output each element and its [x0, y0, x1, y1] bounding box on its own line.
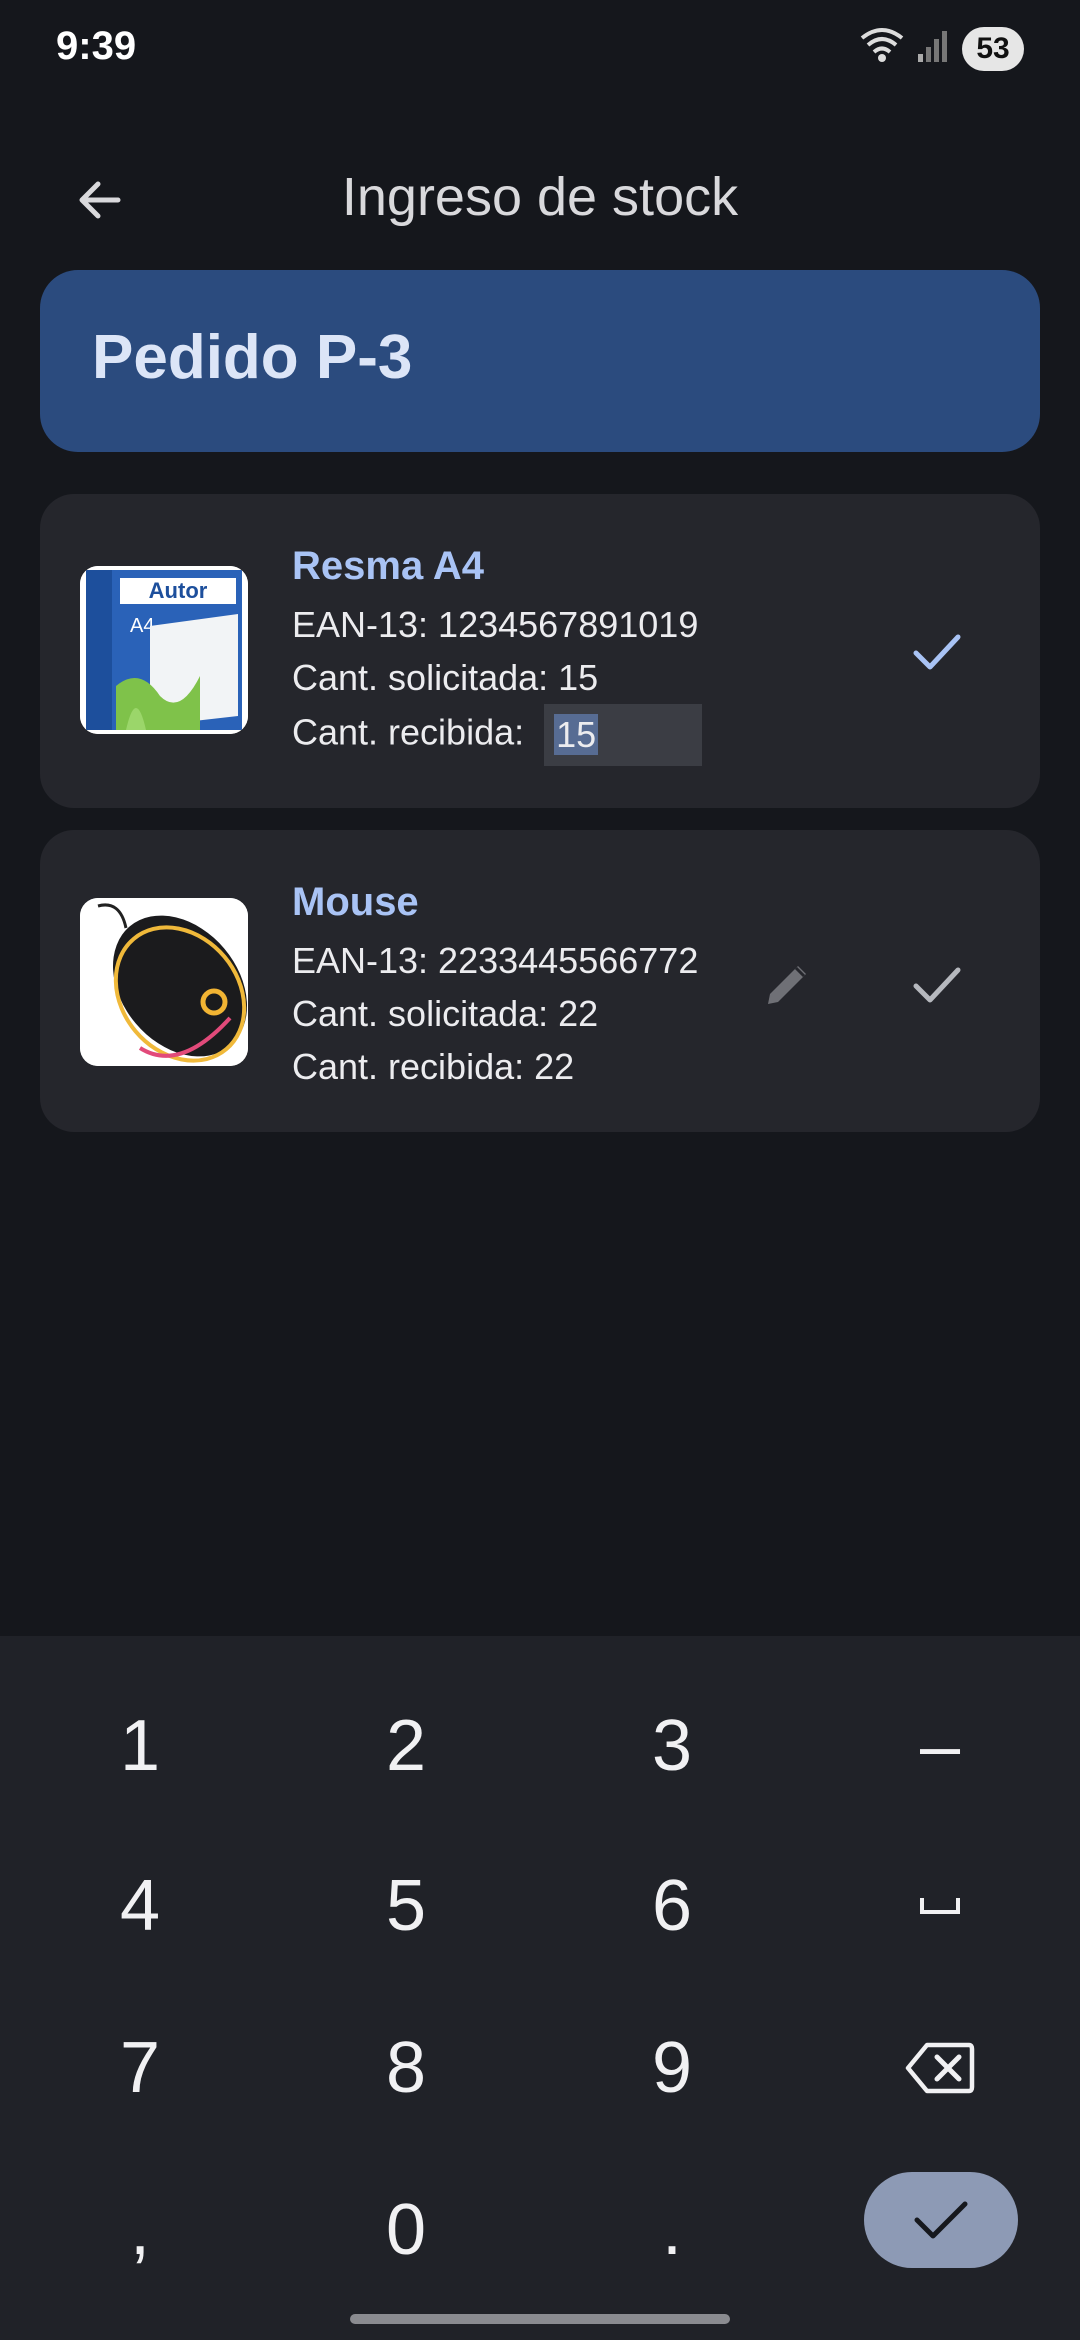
product-received-row: Cant. recibida: 15 [292, 704, 703, 766]
product-requested: Cant. solicitada: 15 [292, 657, 599, 698]
key-minus[interactable]: – [830, 1676, 1050, 1816]
key-4[interactable]: 4 [30, 1836, 250, 1976]
thumb-brand-text: Autor [149, 578, 208, 603]
key-6[interactable]: 6 [562, 1836, 782, 1976]
check-icon [914, 2201, 968, 2239]
key-9[interactable]: 9 [562, 1998, 782, 2138]
key-7[interactable]: 7 [30, 1998, 250, 2138]
signal-icon [916, 28, 950, 69]
done-key[interactable] [864, 2172, 1018, 2268]
key-space[interactable] [830, 1836, 1050, 1976]
battery-indicator: 53 [962, 26, 1024, 71]
product-ean: EAN-13: 1234567891019 [292, 604, 699, 645]
status-icons: 53 [860, 26, 1024, 71]
home-indicator[interactable] [350, 2314, 730, 2324]
order-title: Pedido P-3 [92, 323, 413, 392]
key-2[interactable]: 2 [296, 1676, 516, 1816]
wifi-icon [860, 26, 904, 71]
product-name: Mouse [292, 880, 419, 924]
key-8[interactable]: 8 [296, 1998, 516, 2138]
product-name: Resma A4 [292, 544, 484, 588]
received-label: Cant. recibida: [292, 711, 525, 753]
edit-button[interactable] [748, 944, 828, 1024]
confirm-button[interactable] [896, 611, 976, 691]
key-0[interactable]: 0 [296, 2160, 516, 2300]
check-icon [913, 634, 961, 670]
received-quantity-value: 15 [554, 714, 599, 755]
product-card: Autor A4 Resma A4 EAN-13: 1234567891019 … [40, 494, 1040, 808]
status-bar: 9:39 53 [0, 0, 1080, 100]
numeric-keyboard: 1 2 3 – 4 5 6 7 8 9 , 0 . [0, 1636, 1080, 2340]
page-title: Ingreso de stock [341, 167, 739, 227]
product-requested: Cant. solicitada: 22 [292, 993, 599, 1034]
product-info: Mouse EAN-13: 2233445566772 Cant. solici… [292, 880, 698, 1093]
key-1[interactable]: 1 [30, 1676, 250, 1816]
key-period[interactable]: . [562, 2160, 782, 2300]
check-icon [913, 967, 961, 1003]
product-card: Mouse EAN-13: 2233445566772 Cant. solici… [40, 830, 1040, 1132]
key-comma[interactable]: , [30, 2160, 250, 2300]
product-thumbnail [80, 898, 248, 1066]
backspace-icon [905, 2042, 975, 2094]
key-5[interactable]: 5 [296, 1836, 516, 1976]
space-icon [920, 1898, 960, 1914]
product-thumbnail: Autor A4 [80, 566, 248, 734]
received-quantity-input[interactable]: 15 [544, 704, 703, 766]
key-3[interactable]: 3 [562, 1676, 782, 1816]
key-backspace[interactable] [830, 1998, 1050, 2138]
confirm-button[interactable] [896, 944, 976, 1024]
app-bar: Ingreso de stock [0, 140, 1080, 250]
status-time: 9:39 [56, 24, 137, 68]
pencil-icon [768, 966, 806, 1004]
order-header: Pedido P-3 [40, 270, 1040, 452]
product-received: Cant. recibida: 22 [292, 1046, 575, 1087]
product-info: Resma A4 EAN-13: 1234567891019 Cant. sol… [292, 544, 703, 766]
product-ean: EAN-13: 2233445566772 [292, 940, 699, 981]
